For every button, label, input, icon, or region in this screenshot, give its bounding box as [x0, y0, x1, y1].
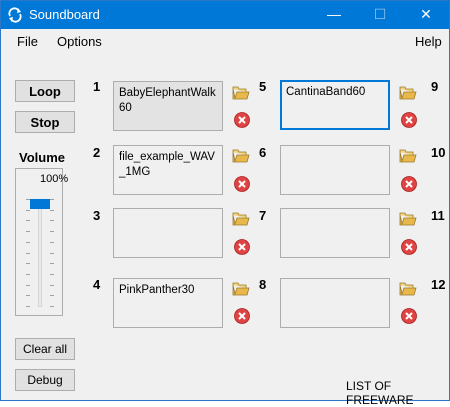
volume-tick [26, 252, 30, 254]
volume-tick [26, 231, 30, 233]
menu-bar: File Options Help [1, 30, 449, 52]
slot-number: 1 [93, 79, 101, 94]
volume-tick [26, 306, 30, 307]
delete-icon[interactable] [233, 307, 251, 325]
volume-tick [26, 284, 30, 286]
volume-track[interactable] [38, 199, 42, 307]
volume-tick [50, 220, 54, 222]
folder-open-icon[interactable] [232, 280, 250, 298]
volume-tick [26, 220, 30, 222]
sound-slot-5[interactable]: CantinaBand60 [280, 80, 390, 130]
loop-button[interactable]: Loop [15, 80, 75, 102]
volume-tick [50, 199, 54, 200]
sound-slot-6[interactable] [280, 145, 390, 195]
slot-number: 7 [259, 208, 267, 223]
delete-icon[interactable] [400, 175, 418, 193]
slot-number: 11 [431, 208, 445, 223]
window-title: Soundboard [29, 7, 100, 22]
title-bar[interactable]: Soundboard — ☐ ✕ [1, 1, 449, 29]
menu-file[interactable]: File [17, 34, 38, 49]
volume-tick [50, 231, 54, 233]
slot-number: 8 [259, 277, 267, 292]
volume-tick [50, 209, 54, 211]
sound-slot-2[interactable]: file_example_WAV_1MG [113, 145, 223, 195]
app-icon [8, 7, 22, 23]
volume-tick [26, 209, 30, 211]
folder-open-icon[interactable] [399, 84, 417, 102]
close-button[interactable]: ✕ [403, 1, 449, 29]
volume-tick [26, 295, 30, 297]
volume-tick [26, 241, 30, 243]
volume-tick [50, 295, 54, 297]
sound-slot-3[interactable] [113, 208, 223, 258]
minimize-button[interactable]: — [311, 1, 357, 29]
volume-tick [50, 252, 54, 254]
maximize-button[interactable]: ☐ [357, 1, 403, 29]
volume-tick [50, 263, 54, 265]
folder-open-icon[interactable] [399, 210, 417, 228]
slot-number: 2 [93, 145, 101, 160]
delete-icon[interactable] [400, 307, 418, 325]
volume-percent: 100% [40, 173, 69, 185]
stop-button[interactable]: Stop [15, 111, 75, 133]
sound-slot-7[interactable] [280, 208, 390, 258]
slot-number: 12 [431, 277, 446, 292]
soundboard-window: Soundboard — ☐ ✕ File Options Help Loop … [0, 0, 450, 407]
volume-tick [50, 284, 54, 286]
menu-options[interactable]: Options [57, 34, 102, 49]
sound-slot-4[interactable]: PinkPanther30 [113, 278, 223, 328]
volume-ticks-left [26, 199, 30, 307]
slot-number: 4 [93, 277, 101, 292]
slot-number: 10 [431, 145, 446, 160]
freeware-link[interactable]: LIST OF FREEWARE [346, 379, 449, 407]
folder-open-icon[interactable] [399, 280, 417, 298]
volume-ticks-right [50, 199, 54, 307]
folder-open-icon[interactable] [399, 147, 417, 165]
slot-number: 6 [259, 145, 267, 160]
volume-panel: 100% [15, 168, 68, 316]
delete-icon[interactable] [233, 111, 251, 129]
debug-button[interactable]: Debug [15, 369, 75, 391]
menu-help[interactable]: Help [415, 34, 442, 49]
slot-number: 3 [93, 208, 101, 223]
delete-icon[interactable] [233, 175, 251, 193]
delete-icon[interactable] [400, 111, 418, 129]
clear-all-button[interactable]: Clear all [15, 338, 75, 360]
sound-slot-8[interactable] [280, 278, 390, 328]
slot-number: 5 [259, 79, 267, 94]
folder-open-icon[interactable] [232, 84, 250, 102]
volume-label: Volume [19, 150, 65, 165]
folder-open-icon[interactable] [232, 210, 250, 228]
volume-tick [50, 273, 54, 275]
delete-icon[interactable] [233, 238, 251, 256]
volume-tick [26, 273, 30, 275]
slot-number: 9 [431, 79, 439, 94]
sound-slot-1[interactable]: BabyElephantWalk60 [113, 81, 223, 131]
volume-slider-thumb[interactable] [30, 199, 50, 209]
volume-tick [50, 241, 54, 243]
folder-open-icon[interactable] [232, 147, 250, 165]
volume-tick [50, 306, 54, 307]
delete-icon[interactable] [400, 238, 418, 256]
volume-tick [26, 263, 30, 265]
